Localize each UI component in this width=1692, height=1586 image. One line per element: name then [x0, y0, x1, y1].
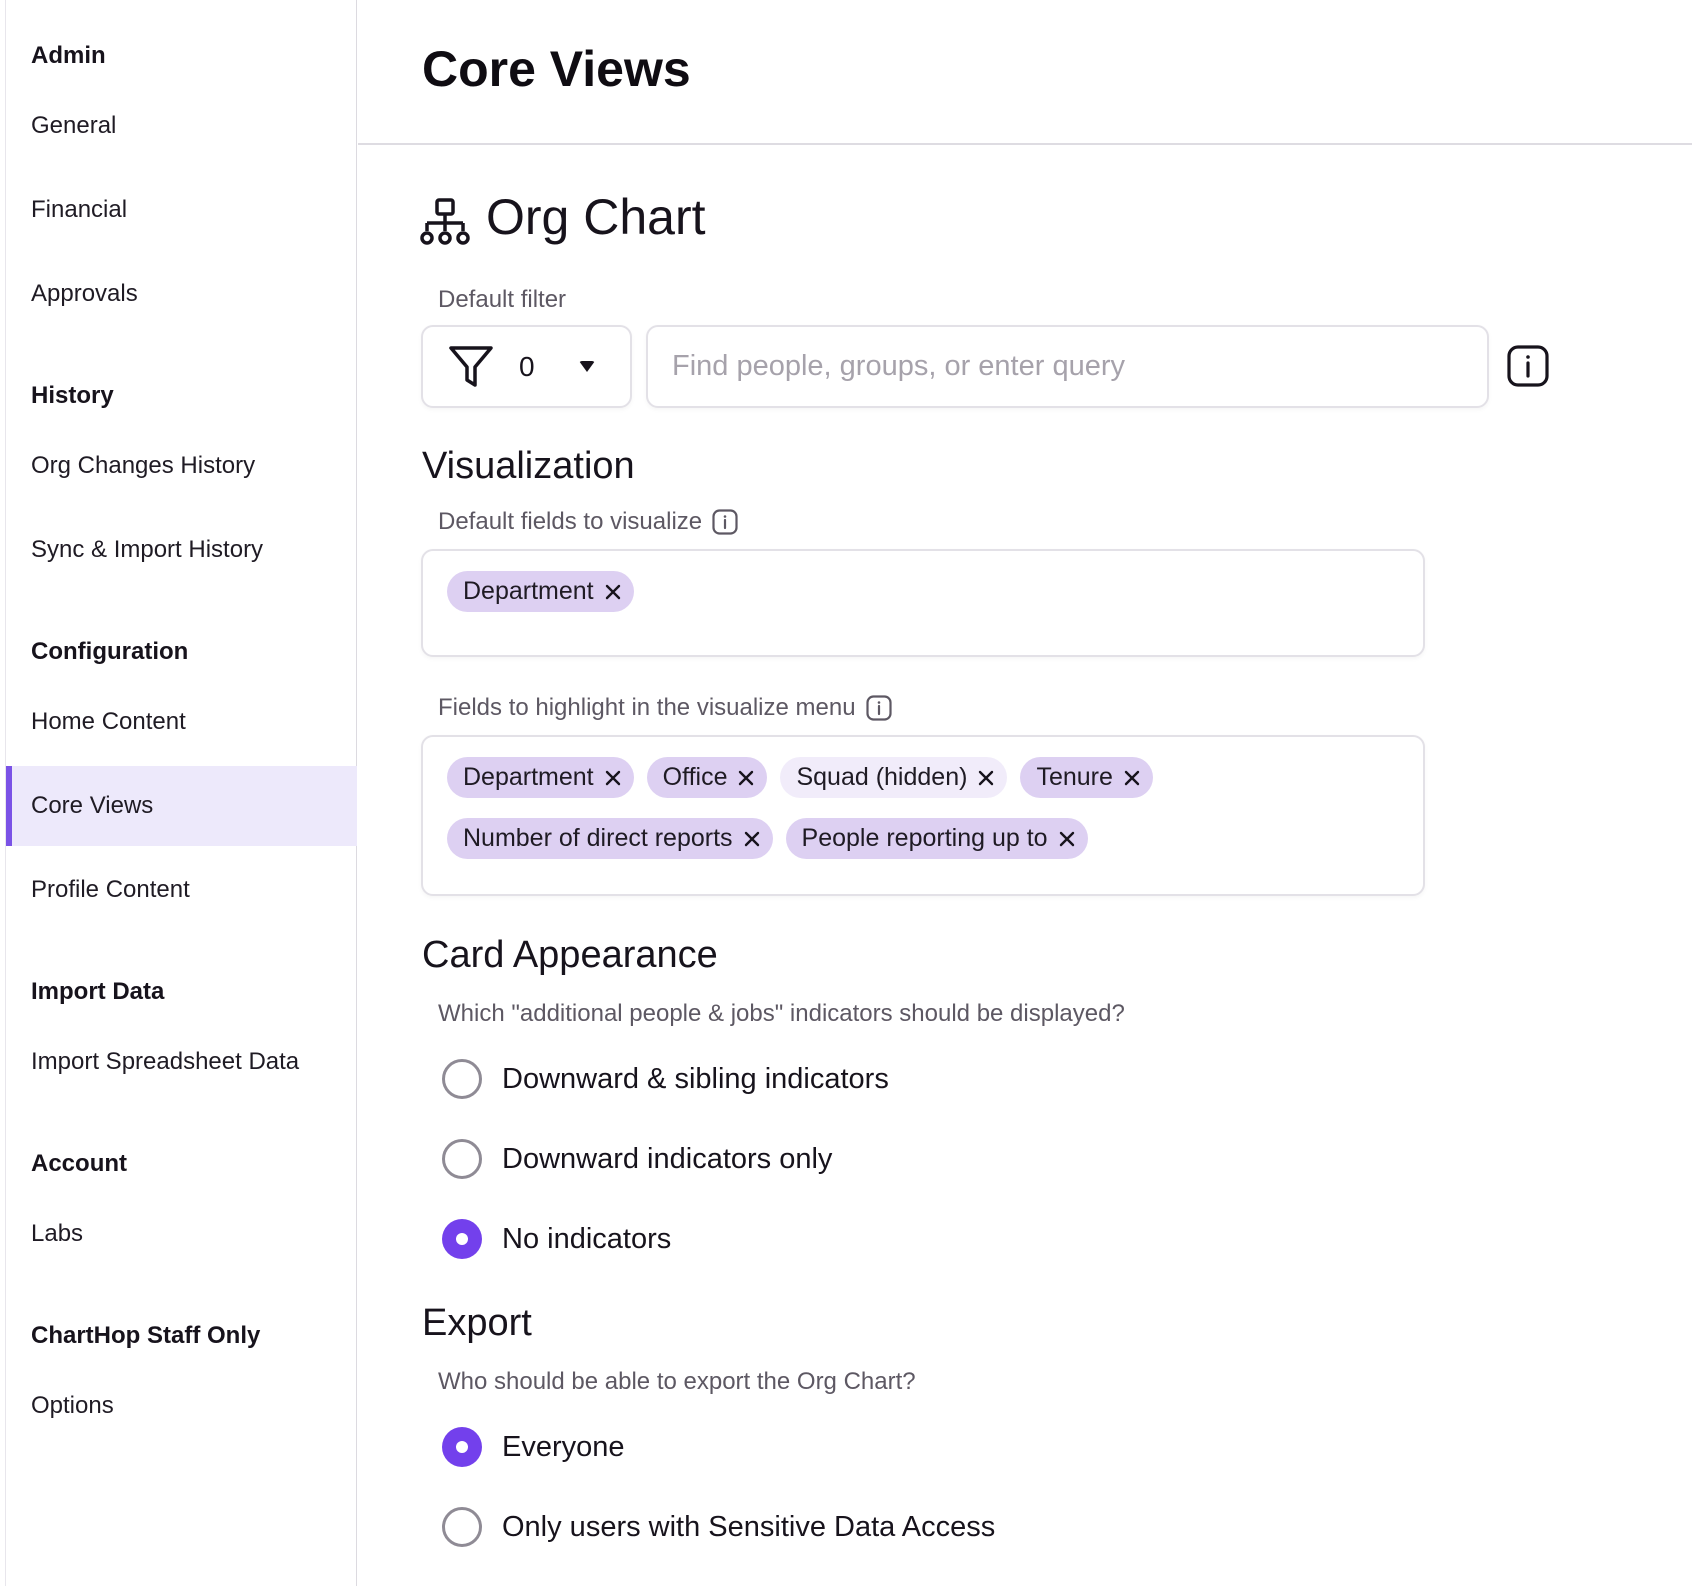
remove-chip-icon[interactable]: [604, 583, 622, 601]
sidebar-item-org-changes-history[interactable]: Org Changes History: [6, 426, 357, 506]
filter-search-input[interactable]: [646, 325, 1489, 408]
sidebar-item-core-views[interactable]: Core Views: [6, 766, 357, 846]
radio-label: Everyone: [502, 1430, 625, 1463]
radio-option-downward-only[interactable]: Downward indicators only: [442, 1139, 832, 1179]
chip-label: Number of direct reports: [463, 824, 733, 852]
chip-label: People reporting up to: [801, 824, 1048, 852]
visualization-title: Visualization: [422, 445, 635, 487]
remove-chip-icon[interactable]: [743, 830, 761, 848]
sidebar-heading-staff-only: ChartHop Staff Only: [31, 1322, 261, 1349]
chip-label: Department: [463, 763, 594, 791]
chip-label: Office: [662, 763, 728, 791]
radio-option-everyone[interactable]: Everyone: [442, 1427, 625, 1467]
radio-button-selected[interactable]: [442, 1427, 482, 1467]
export-question: Who should be able to export the Org Cha…: [438, 1368, 916, 1395]
default-fields-select[interactable]: Department: [421, 549, 1425, 657]
sidebar-item-labs[interactable]: Labs: [6, 1194, 357, 1274]
radio-label: No indicators: [502, 1222, 672, 1255]
sidebar-item-home-content[interactable]: Home Content: [6, 682, 357, 762]
radio-label: Only users with Sensitive Data Access: [502, 1510, 996, 1543]
chip-label: Squad (hidden): [796, 763, 968, 791]
radio-button-selected[interactable]: [442, 1219, 482, 1259]
remove-chip-icon[interactable]: [1123, 769, 1141, 787]
filter-dropdown-button[interactable]: 0: [421, 325, 632, 408]
highlight-fields-label: Fields to highlight in the visualize men…: [438, 694, 856, 721]
highlight-fields-select[interactable]: Department Office Squad (hidden) Tenure …: [421, 735, 1425, 896]
radio-button[interactable]: [442, 1507, 482, 1547]
radio-label: Downward indicators only: [502, 1142, 833, 1175]
page-header: Core Views: [358, 0, 1692, 145]
radio-option-sensitive-access[interactable]: Only users with Sensitive Data Access: [442, 1507, 995, 1547]
remove-chip-icon[interactable]: [604, 769, 622, 787]
field-chip: Office: [646, 757, 768, 798]
field-chip: People reporting up to: [785, 818, 1088, 859]
org-chart-title: Org Chart: [486, 189, 706, 245]
funnel-icon: [449, 345, 493, 387]
sidebar-heading-admin: Admin: [31, 42, 106, 69]
info-icon[interactable]: [1507, 345, 1549, 387]
sidebar-item-import-spreadsheet-data[interactable]: Import Spreadsheet Data: [6, 1022, 357, 1102]
export-title: Export: [422, 1302, 532, 1344]
field-chip: Number of direct reports: [447, 818, 773, 859]
sidebar-heading-history: History: [31, 382, 114, 409]
filter-count: 0: [519, 350, 535, 382]
remove-chip-icon[interactable]: [737, 769, 755, 787]
highlight-fields-label-row: Fields to highlight in the visualize men…: [438, 694, 892, 722]
default-fields-label: Default fields to visualize: [438, 508, 703, 535]
sidebar-item-options[interactable]: Options: [6, 1366, 357, 1446]
default-filter-label: Default filter: [438, 286, 567, 313]
field-chip: Tenure: [1020, 757, 1153, 798]
chip-label: Department: [463, 577, 594, 605]
sidebar-item-sync-import-history[interactable]: Sync & Import History: [6, 510, 357, 590]
card-appearance-question: Which "additional people & jobs" indicat…: [438, 1000, 1125, 1027]
radio-button[interactable]: [442, 1059, 482, 1099]
field-chip-hidden: Squad (hidden): [780, 757, 1008, 798]
card-appearance-title: Card Appearance: [422, 934, 718, 976]
remove-chip-icon[interactable]: [977, 769, 995, 787]
info-icon[interactable]: [865, 695, 892, 721]
field-chip: Department: [447, 571, 634, 612]
sidebar-heading-configuration: Configuration: [31, 638, 189, 665]
default-fields-label-row: Default fields to visualize: [438, 508, 738, 536]
chip-label: Tenure: [1036, 763, 1113, 791]
settings-sidebar: Admin General Financial Approvals Histor…: [5, 0, 357, 1586]
remove-chip-icon[interactable]: [1058, 830, 1076, 848]
sidebar-item-general[interactable]: General: [6, 86, 357, 166]
caret-down-icon: [578, 361, 595, 372]
radio-button[interactable]: [442, 1139, 482, 1179]
radio-option-no-indicators[interactable]: No indicators: [442, 1219, 671, 1259]
sidebar-item-approvals[interactable]: Approvals: [6, 254, 357, 334]
field-chip: Department: [447, 757, 634, 798]
org-chart-icon: [420, 198, 470, 245]
sidebar-heading-account: Account: [31, 1150, 127, 1177]
sidebar-item-profile-content[interactable]: Profile Content: [6, 850, 357, 930]
sidebar-item-financial[interactable]: Financial: [6, 170, 357, 250]
page-title: Core Views: [422, 41, 691, 97]
radio-label: Downward & sibling indicators: [502, 1062, 889, 1095]
info-icon[interactable]: [712, 509, 738, 535]
sidebar-heading-import-data: Import Data: [31, 978, 165, 1005]
radio-option-downward-sibling[interactable]: Downward & sibling indicators: [442, 1059, 889, 1099]
